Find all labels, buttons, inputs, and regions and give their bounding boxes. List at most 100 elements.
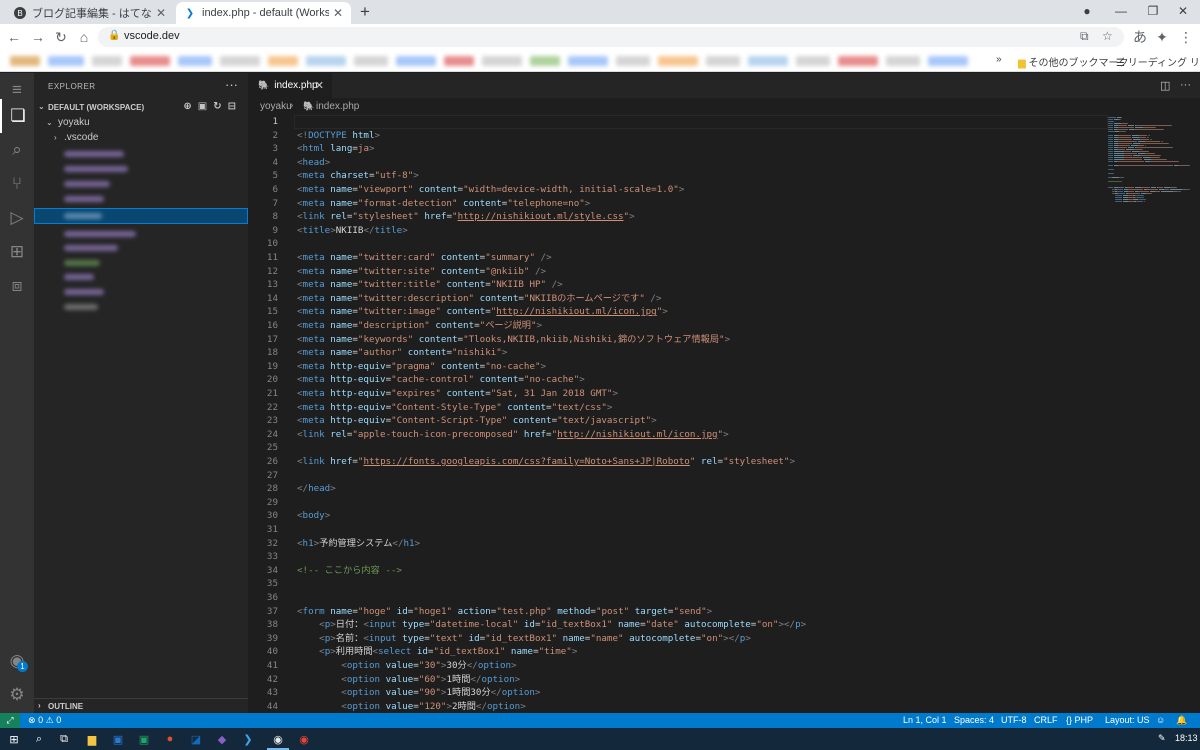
outlook-icon[interactable]: ▣ xyxy=(110,731,126,747)
reading-list[interactable]: ☰ リーディング リスト xyxy=(1116,54,1200,69)
code-editor[interactable]: 1 2 3 4 5 6 7 8 9 10 11 12 13 14 15 16 17 18 19 20 21 22 23 24 2… xyxy=(248,115,1200,713)
notifications-bell-icon[interactable]: 🔔 xyxy=(1176,715,1187,726)
indentation[interactable]: Spaces: 4 xyxy=(954,715,994,725)
accounts-icon[interactable]: ◉ 1 xyxy=(0,644,34,678)
windows-start-icon[interactable]: ⊞ xyxy=(6,731,22,747)
workspace-header[interactable]: ⌄ DEFAULT (WORKSPACE) ⊕▣↻⊟ xyxy=(34,100,248,116)
blurred-file[interactable] xyxy=(64,274,94,280)
source-control-icon[interactable]: ⑂ xyxy=(0,167,34,201)
taskbar-clock[interactable]: 18:13 xyxy=(1175,733,1198,743)
blurred-file[interactable] xyxy=(64,196,104,202)
translate-icon[interactable]: あ xyxy=(1130,27,1150,47)
chrome-canary-icon[interactable]: ◉ xyxy=(296,731,312,747)
blurred-file[interactable] xyxy=(64,304,98,310)
code-line[interactable]: <link href="https://fonts.googleapis.com… xyxy=(297,455,795,469)
code-line[interactable]: <p>日付：<input type="datetime-local" id="i… xyxy=(297,618,806,632)
blurred-file[interactable] xyxy=(64,166,128,172)
bookmarks-overflow-icon[interactable]: » xyxy=(996,54,1002,65)
outlook-mail-icon[interactable]: ◪ xyxy=(188,731,204,747)
code-line[interactable]: <meta name="keywords" content="Tlooks,NK… xyxy=(297,333,730,347)
close-tab-icon[interactable]: ✕ xyxy=(156,6,166,20)
back-icon[interactable]: ← xyxy=(4,27,24,47)
language-mode[interactable]: {} PHP xyxy=(1066,715,1093,725)
code-line[interactable]: <html lang=ja> xyxy=(297,142,375,156)
code-line[interactable]: <meta name="viewport" content="width=dev… xyxy=(297,183,684,197)
code-line[interactable]: <body> xyxy=(297,509,330,523)
code-line[interactable]: <meta name="twitter:title" content="NKII… xyxy=(297,278,563,292)
code-line[interactable]: </head> xyxy=(297,482,336,496)
more-actions-icon[interactable]: ··· xyxy=(1180,79,1191,91)
reload-icon[interactable]: ↻ xyxy=(51,27,71,47)
code-line[interactable]: <meta name="twitter:image" content="http… xyxy=(297,305,668,319)
code-line[interactable]: <!-- ここから内容 --> xyxy=(297,564,402,578)
close-window-icon[interactable]: ✕ xyxy=(1166,0,1200,24)
pen-icon[interactable]: ✎ xyxy=(1158,733,1166,744)
minimap[interactable] xyxy=(1108,115,1191,215)
blurred-file[interactable] xyxy=(64,260,100,266)
code-line[interactable]: <p>利用時間<select id="id_textBox1" name="ti… xyxy=(297,645,577,659)
close-icon[interactable]: ✕ xyxy=(315,79,324,92)
code-line[interactable]: <meta charset="utf-8"> xyxy=(297,169,419,183)
code-line[interactable]: <link rel="stylesheet" href="http://nish… xyxy=(297,210,635,224)
browser-tab-vscode[interactable]: ❯ index.php - default (Workspace) ✕ xyxy=(176,2,351,24)
blurred-file[interactable] xyxy=(64,289,104,295)
extensions-icon[interactable]: ✦ xyxy=(1152,27,1172,47)
code-line[interactable]: <meta http-equiv="cache-control" content… xyxy=(297,373,585,387)
extensions-icon[interactable]: ⊞ xyxy=(0,235,34,269)
firefox-icon[interactable]: ● xyxy=(162,731,178,747)
collapse-all-icon[interactable]: ⊟ xyxy=(228,101,242,112)
tree-item-root-folder[interactable]: ⌄ yoyaku xyxy=(34,116,248,130)
end-of-line[interactable]: CRLF xyxy=(1034,715,1058,725)
code-line[interactable]: <!DOCTYPE html> xyxy=(297,129,380,143)
code-line[interactable]: <title>NKIIB</title> xyxy=(297,224,408,238)
visual-studio-icon[interactable]: ◆ xyxy=(214,731,230,747)
breadcrumb-file[interactable]: index.php xyxy=(316,101,359,112)
code-line[interactable]: <meta http-equiv="Content-Script-Type" c… xyxy=(297,414,657,428)
other-bookmarks[interactable]: ▆ その他のブックマーク xyxy=(1018,54,1128,69)
code-line[interactable]: <form name="hoge" id="hoge1" action="tes… xyxy=(297,605,712,619)
code-line[interactable]: <option value="30">30分</option> xyxy=(297,659,516,673)
forward-icon[interactable]: → xyxy=(28,27,48,47)
chrome-taskbar-icon[interactable]: ◉ xyxy=(267,731,289,750)
run-debug-icon[interactable]: ▷ xyxy=(0,201,34,235)
minimize-icon[interactable]: — xyxy=(1104,0,1138,24)
code-line[interactable]: <meta name="format-detection" content="t… xyxy=(297,197,590,211)
bookmark-star-icon[interactable]: ☆ xyxy=(1102,29,1113,43)
vscode-taskbar-icon[interactable]: ❯ xyxy=(240,731,256,747)
code-line[interactable]: <p>名前：<input type="text" id="id_textBox1… xyxy=(297,632,751,646)
editor-tab-index-php[interactable]: 🐘 index.php ✕ xyxy=(248,73,332,98)
menu-icon[interactable]: ⋮ xyxy=(1176,27,1196,47)
breadcrumb-folder[interactable]: yoyaku xyxy=(260,101,292,112)
blurred-file[interactable] xyxy=(64,181,110,187)
code-line[interactable]: <h1>予約管理システム</h1> xyxy=(297,537,420,551)
new-file-icon[interactable]: ⊕ xyxy=(183,101,197,112)
profile-icon[interactable]: ● xyxy=(1070,0,1104,24)
split-editor-icon[interactable]: ◫ xyxy=(1160,79,1170,92)
file-explorer-icon[interactable]: ▆ xyxy=(84,731,100,747)
address-bar[interactable]: 🔒 vscode.dev ⧉ ☆ xyxy=(98,27,1124,47)
excel-icon[interactable]: ▣ xyxy=(136,731,152,747)
encoding[interactable]: UTF-8 xyxy=(1001,715,1027,725)
feedback-icon[interactable]: ☺ xyxy=(1156,715,1165,725)
blurred-file[interactable] xyxy=(64,231,136,237)
new-tab-button[interactable]: + xyxy=(355,2,375,22)
search-icon[interactable]: ⌕ xyxy=(31,731,47,747)
code-line[interactable]: <option value="90">1時間30分</option> xyxy=(297,686,540,700)
task-view-icon[interactable]: ⧉ xyxy=(56,731,72,747)
tree-item-vscode-folder[interactable]: › .vscode xyxy=(34,131,248,145)
settings-gear-icon[interactable]: ⚙ xyxy=(0,678,34,712)
code-line[interactable]: <head> xyxy=(297,156,330,170)
install-app-icon[interactable]: ⧉ xyxy=(1080,29,1089,44)
remote-indicator-icon[interactable]: ⤢ xyxy=(0,713,20,728)
outline-section-header[interactable]: › OUTLINE xyxy=(34,698,248,713)
code-line[interactable]: <meta name="author" content="nishiki"> xyxy=(297,346,507,360)
code-line[interactable]: <option value="120">2時間</option> xyxy=(297,700,525,713)
close-tab-icon[interactable]: ✕ xyxy=(333,6,343,20)
browser-tab-hatena[interactable]: B ブログ記事編集 - はてなブログ ✕ xyxy=(6,2,174,24)
code-line[interactable]: <meta name="twitter:site" content="@nkii… xyxy=(297,265,546,279)
code-line[interactable]: <meta http-equiv="pragma" content="no-ca… xyxy=(297,360,546,374)
code-line[interactable]: <meta name="twitter:card" content="summa… xyxy=(297,251,552,265)
new-folder-icon[interactable]: ▣ xyxy=(198,101,213,112)
search-icon[interactable]: ⌕ xyxy=(0,133,34,167)
refresh-icon[interactable]: ↻ xyxy=(213,101,227,112)
